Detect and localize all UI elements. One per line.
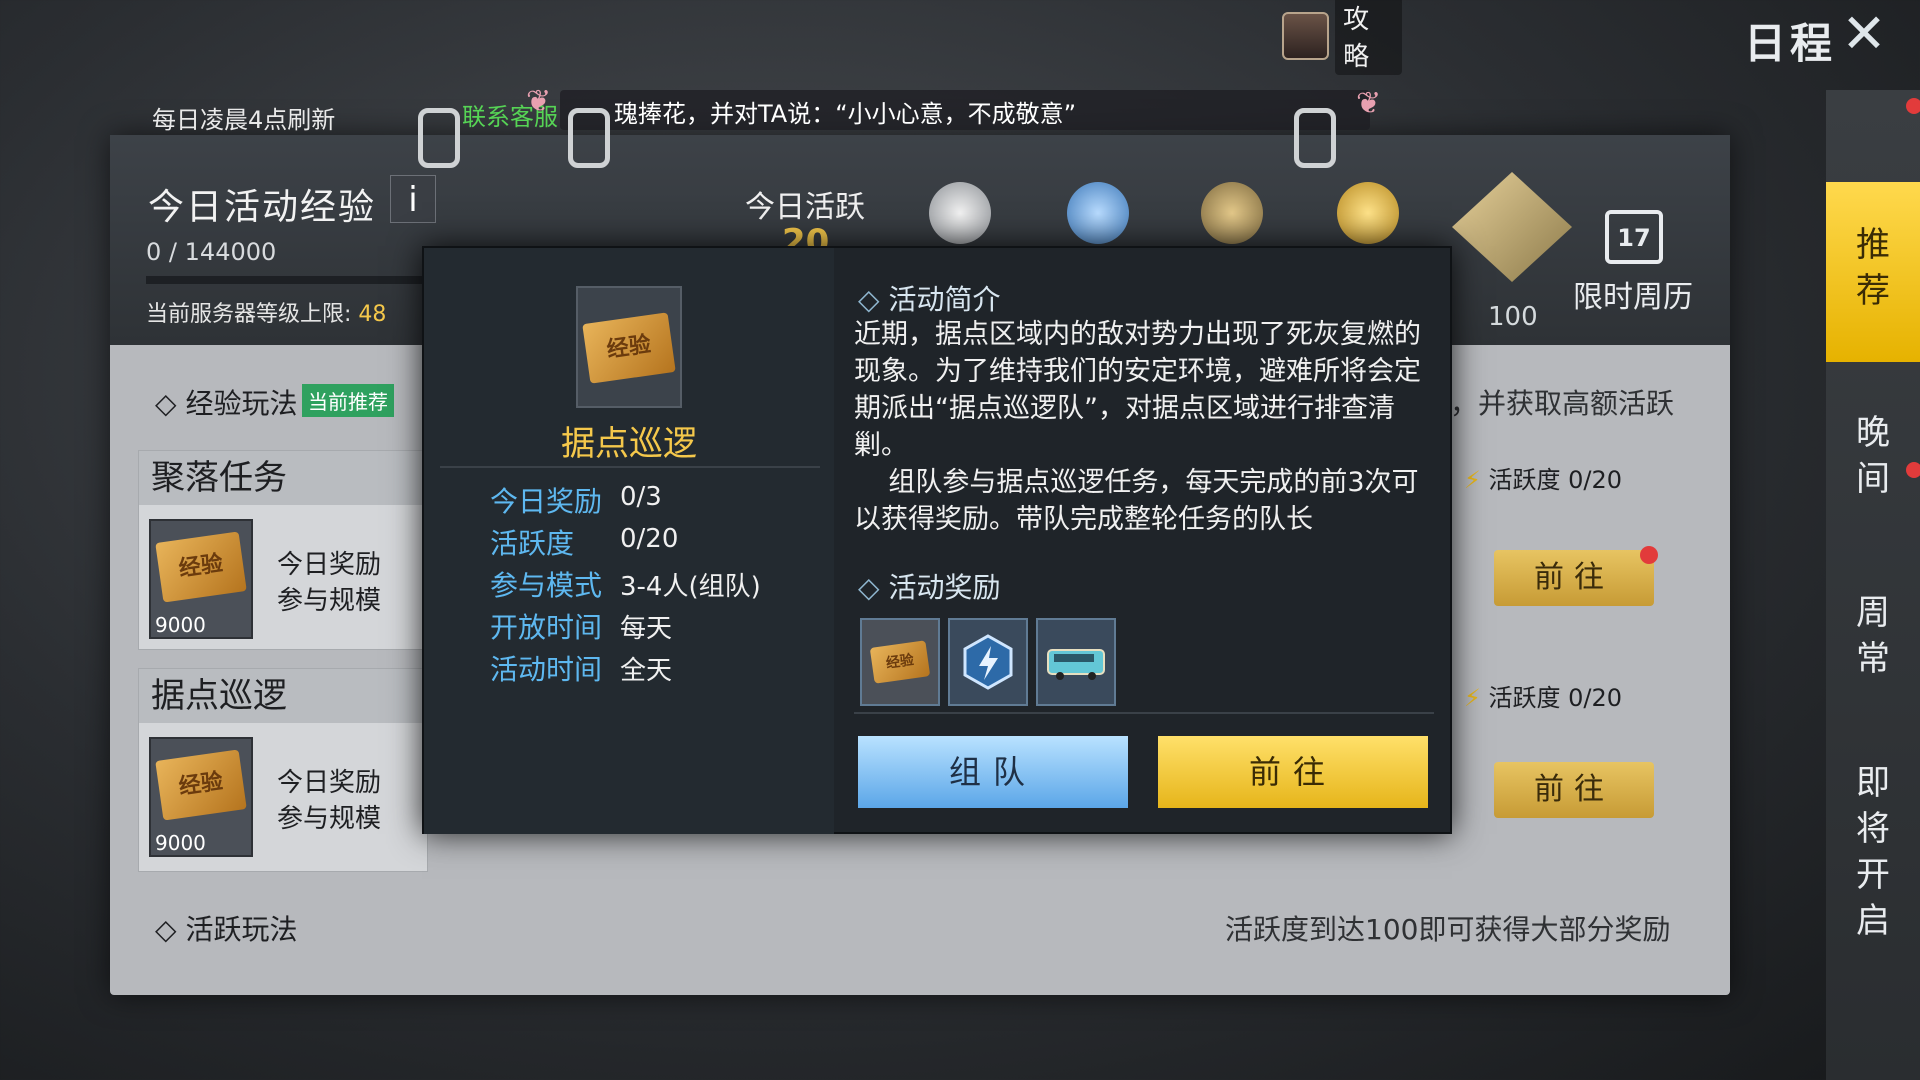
exp-ticket-icon: 经验	[576, 286, 682, 408]
exp-current: 0	[146, 238, 162, 266]
active-play-label: 活跃玩法	[185, 913, 298, 946]
schedule-title: 日程	[1744, 19, 1837, 68]
card-activity: ⚡ 活跃度 0/20	[1464, 678, 1622, 713]
card-title: 据点巡逻	[139, 669, 427, 723]
intro-heading: ◇ 活动简介	[858, 283, 1001, 316]
popup-goto-button[interactable]: 前往	[1158, 736, 1428, 808]
server-limit-label: 当前服务器等级上限:	[146, 302, 352, 327]
activity-card[interactable]: 据点巡逻 经验 9000 今日奖励 参与规模	[138, 668, 428, 872]
tab-upcoming[interactable]: 即将开启	[1826, 760, 1920, 960]
ticket-count: 9000	[155, 831, 206, 855]
notification-dot	[1640, 546, 1658, 564]
petal-icon: ❦	[526, 84, 552, 119]
activity-value: 0/20	[1568, 466, 1623, 494]
energy-medal-icon[interactable]	[1048, 168, 1148, 258]
activity-card[interactable]: 聚落任务 经验 9000 今日奖励 参与规模	[138, 450, 428, 650]
divider	[854, 712, 1434, 714]
divider	[440, 466, 820, 468]
petal-icon: ❦	[1356, 86, 1382, 121]
recommend-badge: 当前推荐	[302, 384, 394, 417]
intro-text: 近期，据点区域内的敌对势力出现了死灰复燃的现象。为了维持我们的安定环境，避难所将…	[854, 319, 1421, 535]
refresh-note: 每日凌晨4点刷新	[152, 106, 336, 134]
top-bar	[0, 0, 1920, 80]
exp-title: 今日活动经验	[148, 187, 377, 228]
activity-label: 活跃度	[1488, 684, 1561, 712]
exp-progress-bar	[146, 276, 426, 284]
goto-button[interactable]: 前往	[1494, 762, 1654, 818]
calendar-icon[interactable]: 17	[1605, 210, 1663, 264]
tab-weekly[interactable]: 周常	[1826, 590, 1920, 720]
binder-ring	[1294, 108, 1336, 168]
lightning-icon: ⚡	[1464, 466, 1481, 494]
popup-row-label: 活动时间	[490, 653, 603, 686]
popup-row-label: 今日奖励	[490, 485, 603, 518]
card-meta-scale: 参与规模	[277, 586, 382, 616]
tab-recommend[interactable]: 推荐	[1826, 182, 1920, 362]
schedule-tabs: 推荐 晚间 周常 即将开启	[1826, 90, 1920, 1080]
diamond-icon: ◇	[858, 283, 880, 316]
binder-ring	[568, 108, 610, 168]
card-meta-reward: 今日奖励	[277, 768, 382, 798]
popup-row-label: 活跃度	[490, 527, 575, 560]
popup-info-panel: 经验 据点巡逻 今日奖励 0/3 活跃度 0/20 参与模式 3-4人(组队) …	[424, 248, 834, 834]
calendar-label[interactable]: 限时周历	[1573, 272, 1693, 316]
exp-ticket-icon: 经验 9000	[149, 519, 253, 639]
activity-label: 活跃度	[1488, 466, 1561, 494]
energy-hexagon-icon[interactable]	[948, 618, 1028, 706]
silver-medal-icon[interactable]	[910, 168, 1010, 258]
exp-play-section-title: ◇ 经验玩法	[155, 387, 298, 420]
diamond-icon: ◇	[858, 571, 880, 604]
supply-bus-icon[interactable]	[1036, 618, 1116, 706]
activity-value: 0/20	[1568, 684, 1623, 712]
popup-activity-name: 据点巡逻	[561, 424, 697, 464]
guide-label: 攻略	[1335, 0, 1402, 75]
card-activity: ⚡ 活跃度 0/20	[1464, 460, 1622, 495]
popup-row-value: 0/20	[620, 524, 679, 554]
exp-separator: /	[168, 238, 178, 266]
server-level-limit: 当前服务器等级上限: 48	[146, 296, 386, 328]
active-section-note: 活跃度到达100即可获得大部分奖励	[1225, 913, 1671, 946]
notification-dot	[1906, 98, 1920, 114]
exp-play-label: 经验玩法	[185, 387, 298, 420]
active-play-section-title: ◇ 活跃玩法	[155, 913, 298, 946]
marquee-text: 瑰捧花，并对TA说：“小小心意，不成敬意”	[614, 100, 1077, 128]
popup-row-value: 0/3	[620, 482, 662, 512]
ticket-count: 9000	[155, 613, 206, 637]
server-limit-value: 48	[358, 302, 387, 327]
close-icon[interactable]: ✕	[1838, 7, 1890, 61]
guide-button[interactable]: 攻略	[1282, 0, 1402, 75]
goto-button[interactable]: 前往	[1494, 550, 1654, 606]
popup-row-value: 3-4人(组队)	[620, 572, 761, 602]
card-title: 聚落任务	[139, 451, 427, 505]
exp-ticket-icon: 经验 9000	[149, 737, 253, 857]
popup-row-value: 每天	[620, 614, 673, 644]
card-meta-reward: 今日奖励	[277, 550, 382, 580]
exp-max: 144000	[184, 238, 277, 266]
exp-progress-text: 0 / 144000	[146, 238, 276, 266]
active-today-label: 今日活跃	[745, 190, 865, 225]
activity-detail-popup: 经验 据点巡逻 今日奖励 0/3 活跃度 0/20 参与模式 3-4人(组队) …	[422, 246, 1452, 834]
notification-dot	[1906, 462, 1920, 478]
info-button[interactable]: i	[390, 175, 436, 223]
lightning-icon: ⚡	[1464, 684, 1481, 712]
exp-section-note: ，并获取高额活跃	[1450, 387, 1675, 420]
guide-avatar	[1282, 12, 1330, 60]
bus-icon	[1047, 649, 1105, 680]
hexagon-bolt-icon	[963, 634, 1013, 690]
reward-heading: ◇ 活动奖励	[858, 571, 1001, 604]
rank-medal-icon[interactable]	[1182, 168, 1282, 258]
team-button[interactable]: 组队	[858, 736, 1128, 808]
tab-evening[interactable]: 晚间	[1826, 410, 1920, 540]
marquee-banner: 瑰捧花，并对TA说：“小小心意，不成敬意”	[560, 90, 1370, 130]
popup-row-label: 开放时间	[490, 611, 603, 644]
popup-row-value: 全天	[620, 656, 673, 686]
binder-ring	[418, 108, 460, 168]
gold-medal-icon[interactable]	[1318, 168, 1418, 258]
card-meta-scale: 参与规模	[277, 804, 382, 834]
milestone-label: 100	[1488, 302, 1538, 332]
popup-row-label: 参与模式	[490, 569, 603, 602]
exp-ticket-icon[interactable]: 经验	[860, 618, 940, 706]
